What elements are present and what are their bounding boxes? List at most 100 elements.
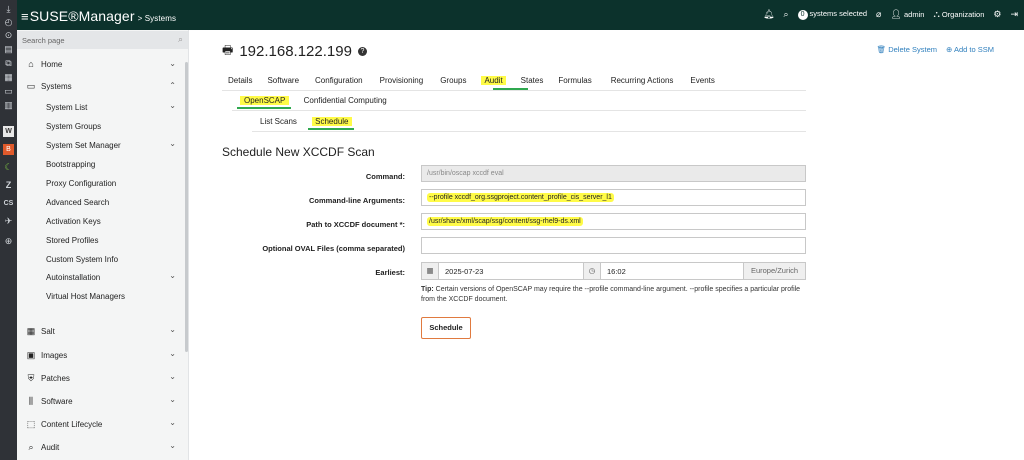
args-label: Command-line Arguments:	[309, 196, 405, 205]
sidebar-item-stored-profiles[interactable]: Stored Profiles	[46, 236, 98, 245]
notes-icon[interactable]: ▥	[3, 100, 14, 111]
monitor-icon: ▭	[26, 81, 36, 91]
args-field[interactable]: --profile xccdf_org.ssgproject.content_p…	[421, 189, 806, 206]
user-icon: 👤︎	[890, 9, 902, 19]
chevron-down-icon[interactable]: ⌄	[169, 325, 176, 334]
user-menu[interactable]: 👤︎ admin	[890, 9, 924, 20]
sidebar-item-system-groups[interactable]: System Groups	[46, 122, 101, 131]
sidebar-item-label: Systems	[41, 82, 72, 91]
add-app-icon[interactable]: ⊕	[3, 236, 14, 247]
sidebar-item-activation-keys[interactable]: Activation Keys	[46, 217, 101, 226]
tip-body: Certain versions of OpenSCAP may require…	[421, 286, 801, 303]
tab-audit[interactable]: Audit	[481, 76, 506, 85]
extensions-icon[interactable]: ⧉	[3, 58, 14, 69]
sidebar-item-bootstrapping[interactable]: Bootstrapping	[46, 160, 95, 169]
chevron-down-icon[interactable]: ⌄	[169, 101, 176, 110]
date-input[interactable]: 2025-07-23	[438, 262, 584, 280]
sidebar-item-home[interactable]: ⌂ Home	[25, 59, 62, 69]
download-icon[interactable]: ⤓	[3, 4, 14, 15]
systems-selected-count: 0	[797, 10, 808, 20]
search-icon[interactable]: ⌕	[783, 9, 788, 20]
help-icon[interactable]: ?	[357, 47, 367, 56]
time-input[interactable]: 16:02	[600, 262, 744, 280]
chevron-down-icon[interactable]: ⌄	[169, 59, 176, 68]
tab-provisioning[interactable]: Provisioning	[380, 76, 424, 85]
tip-label: Tip:	[421, 286, 434, 293]
oval-files-field[interactable]	[421, 237, 806, 254]
delete-system-link[interactable]: 🗑︎ Delete System	[877, 45, 937, 54]
app-moon-icon[interactable]: ☾	[3, 162, 14, 173]
organization-menu[interactable]: ⛬ Organization	[933, 9, 984, 20]
app-cs-icon[interactable]: CS	[3, 198, 14, 209]
tab-groups[interactable]: Groups	[440, 76, 466, 85]
app-icon-strip: ⤓ ◴ ⊙ ▤ ⧉ ▦ ▭ ▥ W B ☾ Z CS ✈ ⊕	[0, 0, 17, 460]
brand[interactable]: ≡SUSE®Manager > Systems	[21, 8, 176, 24]
tab-details[interactable]: Details	[228, 76, 252, 85]
sidebar-item-audit[interactable]: ⌕ Audit	[25, 442, 59, 453]
tab-list-scans[interactable]: List Scans	[260, 117, 297, 126]
sidebar-item-patches[interactable]: ⛨ Patches	[25, 373, 70, 384]
schedule-button[interactable]: Schedule	[421, 317, 471, 339]
system-tabs: Details Software Configuration Provision…	[228, 76, 715, 85]
user-name: admin	[904, 10, 925, 19]
clock-icon[interactable]: ◷	[583, 262, 601, 280]
tab-states[interactable]: States	[521, 76, 544, 85]
chevron-down-icon[interactable]: ⌄	[169, 418, 176, 427]
sidebar-item-advanced-search[interactable]: Advanced Search	[46, 198, 109, 207]
sidebar-item-autoinstallation[interactable]: Autoinstallation	[46, 273, 100, 282]
sidebar-scrollbar[interactable]	[185, 62, 188, 352]
clear-selection-icon[interactable]: ⌀	[876, 9, 881, 20]
settings-icon[interactable]: ⚙	[993, 9, 1001, 20]
menu-icon[interactable]: ≡	[21, 9, 29, 24]
app-b-icon[interactable]: B	[3, 144, 14, 155]
add-to-ssm-link[interactable]: ⊕ Add to SSM	[946, 45, 994, 54]
sidebar-item-custom-system-info[interactable]: Custom System Info	[46, 255, 118, 264]
tip-text: Tip: Certain versions of OpenSCAP may re…	[421, 285, 811, 305]
calendar-icon[interactable]: ▦	[421, 262, 439, 280]
sidebar-item-content-lifecycle[interactable]: ⬚ Content Lifecycle	[25, 419, 103, 430]
timezone-label: Europe/Zurich	[743, 262, 806, 280]
oval-label: Optional OVAL Files (comma separated)	[262, 244, 405, 253]
app-z-icon[interactable]: Z	[3, 180, 14, 191]
breadcrumb[interactable]: > Systems	[138, 14, 176, 23]
search-placeholder: Search page	[22, 36, 65, 45]
tab-events[interactable]: Events	[690, 76, 714, 85]
chevron-down-icon[interactable]: ⌄	[169, 372, 176, 381]
search-page-input[interactable]: Search page ⌕	[17, 31, 188, 49]
systems-selected[interactable]: 0 systems selected	[797, 9, 867, 20]
chevron-down-icon[interactable]: ⌄	[169, 271, 176, 280]
document-icon[interactable]: ▤	[3, 44, 14, 55]
tab-recurring-actions[interactable]: Recurring Actions	[611, 76, 674, 85]
xccdf-path-field[interactable]: /usr/share/xml/scap/ssg/content/ssg-rhel…	[421, 213, 806, 230]
sidebar-item-images[interactable]: ▣ Images	[25, 350, 68, 361]
software-icon: ⫼	[28, 396, 34, 406]
sidebar-item-virtual-host-managers[interactable]: Virtual Host Managers	[46, 292, 125, 301]
chevron-up-icon[interactable]: ⌃	[169, 81, 176, 90]
tab-configuration[interactable]: Configuration	[315, 76, 363, 85]
tab-schedule[interactable]: Schedule	[312, 117, 352, 126]
printer-icon[interactable]: ▭	[3, 86, 14, 97]
sidebar-item-system-set-manager[interactable]: System Set Manager	[46, 141, 121, 150]
chevron-down-icon[interactable]: ⌄	[169, 441, 176, 450]
sidebar-item-proxy-configuration[interactable]: Proxy Configuration	[46, 179, 116, 188]
audit-subtabs: OpenSCAP Confidential Computing	[240, 96, 387, 105]
calendar-icon[interactable]: ▦	[3, 72, 14, 83]
sidebar-item-salt[interactable]: ▦ Salt	[25, 326, 55, 337]
tab-formulas[interactable]: Formulas	[558, 76, 591, 85]
forward-icon[interactable]: ⊙	[3, 30, 14, 41]
tab-openscap[interactable]: OpenSCAP	[240, 96, 290, 105]
chevron-down-icon[interactable]: ⌄	[169, 395, 176, 404]
sidebar-item-system-list[interactable]: System List	[46, 103, 87, 112]
app-pen-icon[interactable]: ✈	[3, 216, 14, 227]
sidebar-item-systems[interactable]: ▭ Systems	[25, 81, 72, 92]
tab-software[interactable]: Software	[267, 76, 299, 85]
history-icon[interactable]: ◴	[3, 17, 14, 28]
tab-confidential-computing[interactable]: Confidential Computing	[304, 96, 387, 105]
bell-icon[interactable]: 🔔︎	[763, 9, 774, 20]
chevron-down-icon[interactable]: ⌄	[169, 139, 176, 148]
sidebar-item-software[interactable]: ⫼ Software	[25, 396, 73, 407]
logout-icon[interactable]: ⇥	[1010, 9, 1018, 20]
chevron-down-icon[interactable]: ⌄	[169, 349, 176, 358]
delete-system-label: Delete System	[888, 45, 937, 54]
app-w-icon[interactable]: W	[3, 126, 14, 137]
